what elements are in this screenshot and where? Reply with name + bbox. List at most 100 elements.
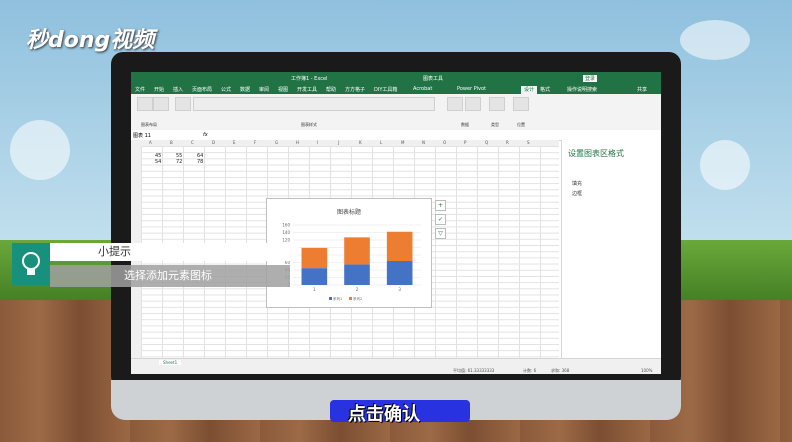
column-header[interactable]: D xyxy=(212,140,215,145)
bar-系列1-1 xyxy=(301,268,328,285)
bar-系列2-3 xyxy=(386,231,413,261)
cell-a2[interactable]: 54 xyxy=(155,159,161,165)
tab-开始[interactable]: 开始 xyxy=(154,86,164,93)
pane-title: 设置图表区格式 xyxy=(568,149,624,158)
y-tick-label: 140 xyxy=(282,230,290,235)
chart-styles-brush-icon[interactable]: ✓ xyxy=(435,214,446,225)
column-header[interactable]: F xyxy=(254,140,256,145)
status-bar: 平均值: 61.33333333 计数: 6 求和: 368 100% xyxy=(131,366,661,374)
tab-帮助[interactable]: 帮助 xyxy=(326,86,336,93)
ribbon: 图表布局 图表样式 数据 类型 位置 xyxy=(131,94,661,131)
add-chart-element-button[interactable] xyxy=(137,97,153,111)
lightbulb-icon xyxy=(12,243,50,285)
chart-title[interactable]: 图表标题 xyxy=(267,207,431,216)
tell-me-search[interactable]: 操作说明搜索 xyxy=(567,86,597,93)
subtitle-text: 点击确认 xyxy=(348,404,420,425)
x-tick-label: 3 xyxy=(398,287,401,292)
change-chart-type-button[interactable] xyxy=(489,97,505,111)
column-header[interactable]: O xyxy=(443,140,446,145)
subtitle-box: 点击确认 xyxy=(330,398,470,425)
column-header[interactable]: N xyxy=(422,140,425,145)
tip-body: 选择添加元素图标 xyxy=(50,265,290,287)
bokeh-light xyxy=(10,120,70,180)
title-bar: 工作簿1 - Excel 图表工具 登录 xyxy=(131,72,661,84)
tab-视图[interactable]: 视图 xyxy=(278,86,288,93)
fx-icon: fx xyxy=(203,132,208,138)
x-tick-label: 2 xyxy=(356,287,359,292)
pane-option-fill[interactable]: 填充 xyxy=(572,180,582,187)
login-button[interactable]: 登录 xyxy=(583,75,598,82)
legend-label: 系列2 xyxy=(353,296,362,301)
column-header[interactable]: A xyxy=(149,140,152,145)
status-average: 平均值: 61.33333333 xyxy=(453,368,495,373)
column-header[interactable]: G xyxy=(275,140,278,145)
x-tick-label: 1 xyxy=(313,287,316,292)
tab-文件[interactable]: 文件 xyxy=(135,86,145,93)
ribbon-group-label: 图表布局 xyxy=(141,122,157,127)
window-title: 工作簿1 - Excel xyxy=(291,76,328,82)
excel-window: 工作簿1 - Excel 图表工具 登录 文件 开始 插入 页面布局 公式 数据 审阅 视图开… xyxy=(131,72,661,374)
legend-swatch xyxy=(349,297,352,300)
tab-格式[interactable]: 格式 xyxy=(540,86,550,93)
tab-页面布局[interactable]: 页面布局 xyxy=(192,86,212,93)
tab-数据[interactable]: 数据 xyxy=(240,86,250,93)
legend-swatch xyxy=(329,297,332,300)
tab-审阅[interactable]: 审阅 xyxy=(259,86,269,93)
column-headers: A B C D E F G H I J K L M N O P Q R S xyxy=(131,140,559,146)
y-tick-label: 120 xyxy=(282,238,290,243)
switch-row-column-button[interactable] xyxy=(447,97,463,111)
column-header[interactable]: H xyxy=(296,140,299,145)
chart-filter-icon[interactable]: ▽ xyxy=(435,228,446,239)
add-chart-element-plus-icon[interactable]: + xyxy=(435,200,446,211)
column-header[interactable]: Q xyxy=(485,140,488,145)
column-header[interactable]: E xyxy=(233,140,236,145)
format-chart-area-pane: 设置图表区格式 填充 边框 xyxy=(561,140,661,358)
column-header[interactable]: L xyxy=(380,140,382,145)
tab-Power Pivot[interactable]: Power Pivot xyxy=(457,86,486,92)
column-header[interactable]: S xyxy=(527,140,530,145)
tab-设计[interactable]: 设计 xyxy=(521,86,538,94)
share-button[interactable]: 共享 xyxy=(637,86,647,93)
tab-插入[interactable]: 插入 xyxy=(173,86,183,93)
column-header[interactable]: K xyxy=(359,140,362,145)
ribbon-group-label: 位置 xyxy=(517,122,525,127)
name-box[interactable]: 图表 11 xyxy=(133,132,151,139)
move-chart-button[interactable] xyxy=(513,97,529,111)
tab-开发工具[interactable]: 开发工具 xyxy=(297,86,317,93)
column-header[interactable]: I xyxy=(317,140,318,145)
tip-title: 小提示 xyxy=(50,243,298,261)
status-count: 计数: 6 xyxy=(523,368,537,373)
tab-DIY工具箱[interactable]: DIY工具箱 xyxy=(374,86,397,93)
bokeh-light xyxy=(680,20,750,60)
y-tick-label: 160 xyxy=(282,223,290,228)
tip-overlay: 小提示 选择添加元素图标 xyxy=(12,243,298,291)
tab-Acrobat[interactable]: Acrobat xyxy=(413,86,432,92)
brand-watermark: 秒dong视频 xyxy=(26,28,155,53)
column-header[interactable]: P xyxy=(464,140,466,145)
column-header[interactable]: R xyxy=(506,140,509,145)
sheet-tab[interactable]: Sheet1 xyxy=(159,360,182,365)
ribbon-group-label: 数据 xyxy=(461,122,469,127)
bokeh-light xyxy=(700,140,750,190)
ribbon-group-label: 图表样式 xyxy=(301,122,317,127)
tab-公式[interactable]: 公式 xyxy=(221,86,231,93)
chart-style-gallery[interactable] xyxy=(193,97,435,111)
cell-c2[interactable]: 78 xyxy=(197,159,203,165)
change-colors-button[interactable] xyxy=(175,97,191,111)
ribbon-tabs: 文件 开始 插入 页面布局 公式 数据 审阅 视图 开发工具 帮助 方方格子 DIY工具箱 Acroba… xyxy=(131,84,661,94)
column-header[interactable]: J xyxy=(338,140,339,145)
legend-label: 系列1 xyxy=(333,296,342,301)
pane-option-border[interactable]: 边框 xyxy=(572,190,582,197)
zoom-level: 100% xyxy=(641,368,653,373)
select-data-button[interactable] xyxy=(465,97,481,111)
tab-方方格子[interactable]: 方方格子 xyxy=(345,86,365,93)
context-tab-label: 图表工具 xyxy=(423,76,444,82)
column-header[interactable]: B xyxy=(170,140,173,145)
quick-layout-button[interactable] xyxy=(153,97,169,111)
bar-系列2-2 xyxy=(344,237,370,265)
bar-系列1-3 xyxy=(386,261,413,285)
column-header[interactable]: C xyxy=(191,140,194,145)
cell-b2[interactable]: 72 xyxy=(176,159,182,165)
bar-系列1-2 xyxy=(344,264,370,285)
column-header[interactable]: M xyxy=(401,140,404,145)
